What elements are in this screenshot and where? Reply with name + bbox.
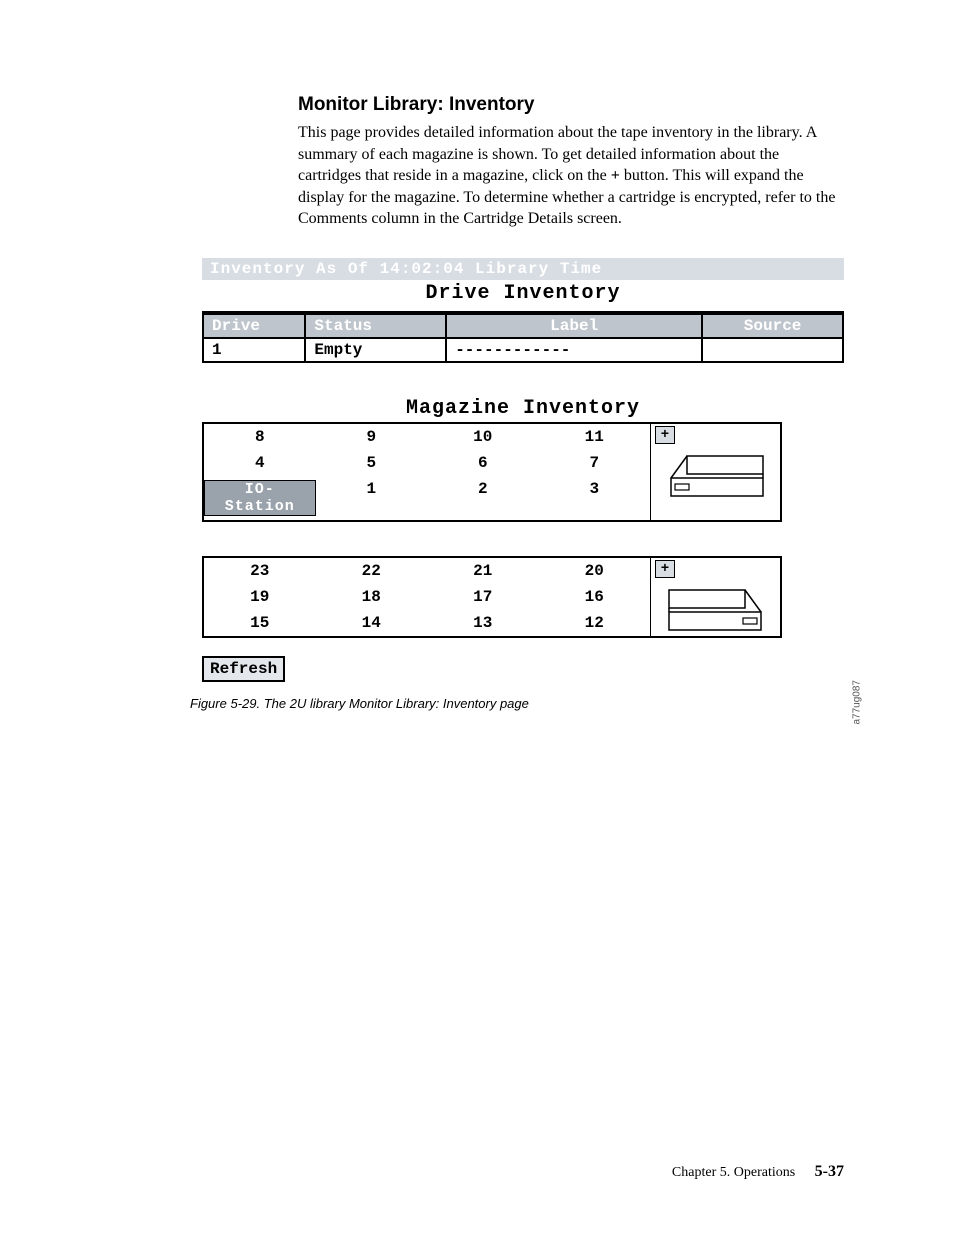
footer-page-number: 5-37 xyxy=(815,1163,844,1180)
magazine-block-1: 8 9 10 11 4 5 6 7 IO-Station 1 2 3 + xyxy=(202,422,782,522)
slot-cell: 5 xyxy=(316,450,428,476)
slot-cell: 15 xyxy=(204,610,316,636)
slot-cell: 17 xyxy=(427,584,539,610)
col-label: Label xyxy=(446,314,702,338)
paragraph-plus: + xyxy=(611,167,620,184)
expand-button[interactable]: + xyxy=(655,560,675,578)
magazine-icon xyxy=(661,584,771,636)
slot-cell: 21 xyxy=(427,558,539,584)
magazine-grid: 8 9 10 11 4 5 6 7 IO-Station 1 2 3 xyxy=(204,424,650,520)
inventory-timestamp-banner: Inventory As Of 14:02:04 Library Time xyxy=(202,258,844,280)
cell-drive-num: 1 xyxy=(203,338,305,362)
figure-reference-code: a77ug087 xyxy=(851,680,862,725)
slot-cell: 4 xyxy=(204,450,316,476)
slot-cell: 8 xyxy=(204,424,316,450)
col-status: Status xyxy=(305,314,446,338)
magazine-icon xyxy=(661,450,771,502)
col-drive: Drive xyxy=(203,314,305,338)
drive-inventory-title: Drive Inventory xyxy=(202,280,844,313)
slot-cell: 11 xyxy=(539,424,651,450)
magazine-side-panel: + xyxy=(650,558,780,636)
magazine-grid: 23 22 21 20 19 18 17 16 15 14 13 12 xyxy=(204,558,650,636)
slot-cell: 12 xyxy=(539,610,651,636)
section-heading: Monitor Library: Inventory xyxy=(298,94,844,116)
slot-cell: 19 xyxy=(204,584,316,610)
slot-cell: 3 xyxy=(539,476,651,520)
slot-cell: 2 xyxy=(427,476,539,520)
slot-cell: 18 xyxy=(316,584,428,610)
table-row: 1 Empty ------------ xyxy=(203,338,843,362)
slot-cell: 10 xyxy=(427,424,539,450)
io-station-badge: IO-Station xyxy=(204,480,316,516)
refresh-button[interactable]: Refresh xyxy=(202,656,285,682)
magazine-inventory-title: Magazine Inventory xyxy=(202,397,844,422)
slot-cell: 13 xyxy=(427,610,539,636)
section-paragraph: This page provides detailed information … xyxy=(298,122,844,230)
slot-cell: 14 xyxy=(316,610,428,636)
io-station-cell: IO-Station xyxy=(204,476,316,520)
table-header-row: Drive Status Label Source xyxy=(203,314,843,338)
slot-cell: 1 xyxy=(316,476,428,520)
col-source: Source xyxy=(702,314,843,338)
slot-cell: 16 xyxy=(539,584,651,610)
slot-cell: 9 xyxy=(316,424,428,450)
cell-source xyxy=(702,338,843,362)
slot-cell: 7 xyxy=(539,450,651,476)
magazine-block-2: 23 22 21 20 19 18 17 16 15 14 13 12 + xyxy=(202,556,782,638)
drive-inventory-table: Drive Status Label Source 1 Empty ------… xyxy=(202,313,844,363)
slot-cell: 20 xyxy=(539,558,651,584)
cell-label: ------------ xyxy=(446,338,702,362)
figure-screenshot: Inventory As Of 14:02:04 Library Time Dr… xyxy=(202,258,844,682)
slot-cell: 23 xyxy=(204,558,316,584)
page-footer: Chapter 5. Operations 5-37 xyxy=(672,1163,844,1181)
footer-chapter: Chapter 5. Operations xyxy=(672,1165,795,1180)
figure-caption: Figure 5-29. The 2U library Monitor Libr… xyxy=(190,696,844,711)
expand-button[interactable]: + xyxy=(655,426,675,444)
magazine-side-panel: + xyxy=(650,424,780,520)
slot-cell: 6 xyxy=(427,450,539,476)
cell-status: Empty xyxy=(305,338,446,362)
slot-cell: 22 xyxy=(316,558,428,584)
